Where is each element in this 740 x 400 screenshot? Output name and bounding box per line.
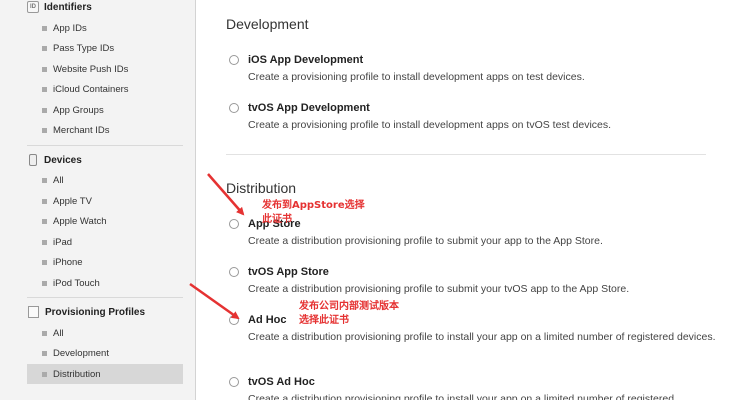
- bullet-icon: [42, 86, 47, 92]
- profile-document-icon: [28, 306, 39, 318]
- sidebar-item-apple-watch[interactable]: Apple Watch: [42, 211, 183, 231]
- sidebar-item-label: Apple Watch: [53, 215, 107, 227]
- bullet-icon: [42, 371, 47, 377]
- sidebar-item-devices-all[interactable]: All: [42, 170, 183, 190]
- bullet-icon: [42, 280, 47, 286]
- bullet-icon: [42, 25, 47, 31]
- sidebar-item-label: iPad: [53, 236, 73, 248]
- annotation-line: 发布公司内部测试版本: [299, 301, 399, 312]
- sidebar: ID Identifiers App IDs Pass Type IDs Web…: [0, 0, 195, 400]
- identifiers-section-header: ID Identifiers: [27, 0, 92, 17]
- device-icon: [29, 154, 37, 166]
- sidebar-item-label: Merchant IDs: [53, 124, 110, 136]
- annotation-line: 选择此证书: [299, 315, 349, 326]
- radio-button[interactable]: [229, 103, 239, 113]
- option-title: tvOS App Store: [248, 266, 329, 278]
- sidebar-item-apple-tv[interactable]: Apple TV: [42, 191, 183, 211]
- bullet-icon: [42, 45, 47, 51]
- bullet-icon: [42, 259, 47, 265]
- option-title: Ad Hoc: [248, 314, 287, 326]
- sidebar-item-pass-type-ids[interactable]: Pass Type IDs: [42, 38, 183, 58]
- bullet-icon: [42, 177, 47, 183]
- radio-button[interactable]: [229, 315, 239, 325]
- radio-button[interactable]: [229, 219, 239, 229]
- option-description: Create a distribution provisioning profi…: [248, 235, 603, 247]
- sidebar-item-label: Distribution: [53, 368, 101, 380]
- option-description: Create a provisioning profile to install…: [248, 71, 585, 83]
- sidebar-item-app-groups[interactable]: App Groups: [42, 100, 183, 120]
- sidebar-item-iphone[interactable]: iPhone: [42, 252, 183, 272]
- sidebar-item-profiles-all[interactable]: All: [42, 323, 183, 343]
- sidebar-item-label: Apple TV: [53, 195, 92, 207]
- sidebar-item-merchant-ids[interactable]: Merchant IDs: [42, 120, 183, 140]
- sidebar-item-ipod-touch[interactable]: iPod Touch: [42, 273, 183, 293]
- radio-button[interactable]: [229, 55, 239, 65]
- bullet-icon: [42, 330, 47, 336]
- sidebar-item-profiles-distribution[interactable]: Distribution: [27, 364, 183, 384]
- bullet-icon: [42, 239, 47, 245]
- development-title: Development: [226, 16, 309, 32]
- bullet-icon: [42, 66, 47, 72]
- sidebar-item-label: Development: [53, 347, 109, 359]
- option-description: Create a distribution provisioning profi…: [248, 393, 675, 400]
- sidebar-item-label: All: [53, 174, 64, 186]
- profiles-section-header: Provisioning Profiles: [27, 302, 145, 322]
- devices-section-header: Devices: [27, 150, 82, 170]
- radio-button[interactable]: [229, 377, 239, 387]
- sidebar-item-label: iPhone: [53, 256, 83, 268]
- option-title: iOS App Development: [248, 54, 364, 66]
- devices-title: Devices: [44, 154, 82, 166]
- option-title: tvOS Ad Hoc: [248, 376, 315, 388]
- sidebar-item-label: All: [53, 327, 64, 339]
- sidebar-item-app-ids[interactable]: App IDs: [42, 18, 183, 38]
- sidebar-item-ipad[interactable]: iPad: [42, 232, 183, 252]
- bullet-icon: [42, 350, 47, 356]
- sidebar-item-label: iCloud Containers: [53, 83, 129, 95]
- identifiers-title: Identifiers: [44, 1, 92, 13]
- sidebar-item-label: App Groups: [53, 104, 104, 116]
- bullet-icon: [42, 127, 47, 133]
- bullet-icon: [42, 218, 47, 224]
- bullet-icon: [42, 198, 47, 204]
- option-description: Create a distribution provisioning profi…: [248, 331, 716, 343]
- radio-button[interactable]: [229, 267, 239, 277]
- sidebar-item-label: Pass Type IDs: [53, 42, 115, 54]
- sidebar-item-icloud-containers[interactable]: iCloud Containers: [42, 79, 183, 99]
- annotation-ad-hoc: 发布公司内部测试版本 选择此证书: [299, 300, 399, 328]
- sidebar-item-label: App IDs: [53, 22, 87, 34]
- sidebar-item-profiles-development[interactable]: Development: [42, 343, 183, 363]
- sidebar-item-website-push-ids[interactable]: Website Push IDs: [42, 59, 183, 79]
- option-description: Create a distribution provisioning profi…: [248, 283, 630, 295]
- bullet-icon: [42, 107, 47, 113]
- annotation-line: 此证书: [262, 214, 292, 225]
- sidebar-item-label: iPod Touch: [53, 277, 100, 289]
- annotation-line: 发布到AppStore选择: [262, 200, 365, 211]
- sidebar-divider: [27, 145, 183, 146]
- sidebar-item-label: Website Push IDs: [53, 63, 129, 75]
- distribution-title: Distribution: [226, 180, 297, 196]
- section-divider: [226, 154, 706, 155]
- annotation-app-store: 发布到AppStore选择 此证书: [262, 199, 365, 227]
- option-description: Create a provisioning profile to install…: [248, 119, 612, 131]
- sidebar-divider: [27, 297, 183, 298]
- id-icon: ID: [27, 1, 39, 13]
- option-title: tvOS App Development: [248, 102, 370, 114]
- profiles-title: Provisioning Profiles: [45, 306, 146, 318]
